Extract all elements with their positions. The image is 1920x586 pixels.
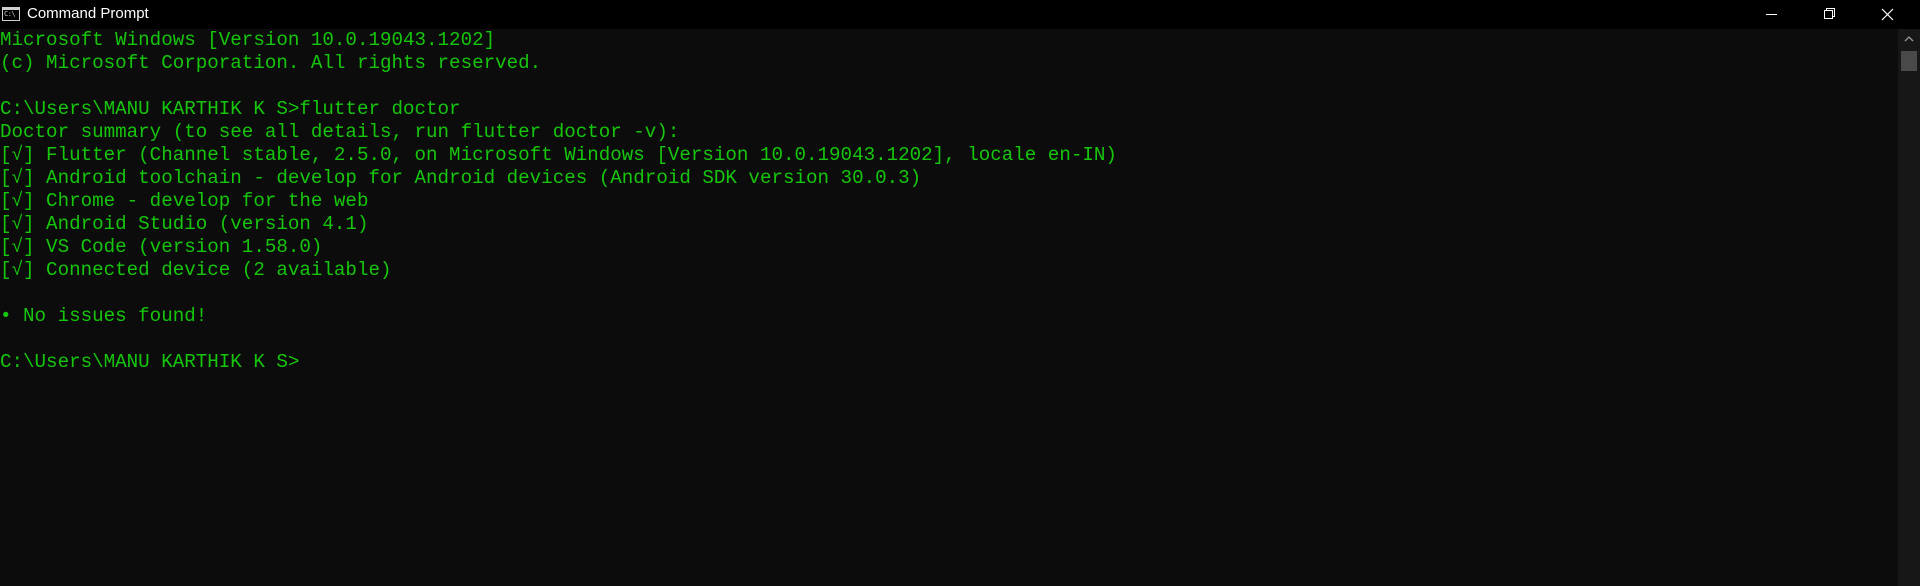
console-line: [√] Chrome - develop for the web [0,190,369,212]
console-line: [√] Android toolchain - develop for Andr… [0,167,922,189]
close-button[interactable] [1858,0,1916,29]
restore-button[interactable] [1800,0,1858,29]
console-output[interactable]: Microsoft Windows [Version 10.0.19043.12… [0,29,1898,586]
vertical-scrollbar[interactable] [1898,29,1920,586]
restore-icon [1824,8,1835,19]
console-line: [√] Flutter (Channel stable, 2.5.0, on M… [0,144,1117,166]
minimize-button[interactable] [1742,0,1800,29]
chevron-up-icon[interactable] [1904,35,1914,43]
cmd-console-icon[interactable]: C:\ [2,7,20,21]
icon-prompt-glyph: C:\ [4,10,16,18]
command-prompt-line[interactable]: C:\Users\MANU KARTHIK K S> [0,351,1898,374]
console-line: • No issues found! [0,305,208,327]
console-line: (c) Microsoft Corporation. All rights re… [0,52,542,74]
title-bar[interactable]: C:\ Command Prompt [0,0,1920,29]
console-line: C:\Users\MANU KARTHIK K S>flutter doctor [0,98,461,120]
minimize-icon [1766,14,1777,15]
console-line: Doctor summary (to see all details, run … [0,121,680,143]
console-line: [√] Android Studio (version 4.1) [0,213,369,235]
close-icon [1881,8,1894,21]
scrollbar-thumb[interactable] [1901,51,1917,71]
window-title: Command Prompt [27,5,149,22]
console-line: [√] VS Code (version 1.58.0) [0,236,323,258]
console-line: Microsoft Windows [Version 10.0.19043.12… [0,29,496,51]
console-line: [√] Connected device (2 available) [0,259,392,281]
command-prompt-window: C:\ Command Prompt Microsoft Windows [Ve… [0,0,1920,586]
